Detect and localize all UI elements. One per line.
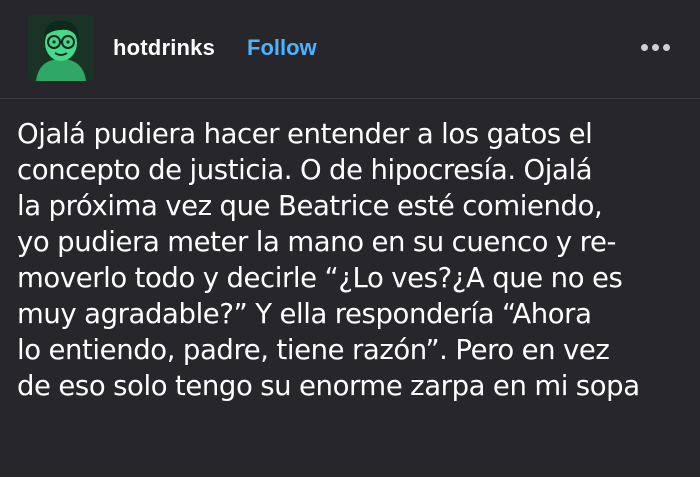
dot [663, 44, 670, 51]
divider [0, 98, 700, 99]
post-body-text: Ojalá pudiera hacer entender a los gatos… [17, 118, 640, 402]
follow-button[interactable]: Follow [247, 34, 317, 62]
dot [641, 44, 648, 51]
dot [652, 44, 659, 51]
post-header: hotdrinks Follow [0, 0, 700, 96]
more-options-icon[interactable] [638, 38, 674, 58]
username[interactable]: hotdrinks [113, 34, 215, 62]
post-card: hotdrinks Follow Ojalá pudiera hacer ent… [0, 0, 700, 477]
avatar-icon [28, 15, 94, 81]
avatar[interactable] [28, 15, 94, 81]
